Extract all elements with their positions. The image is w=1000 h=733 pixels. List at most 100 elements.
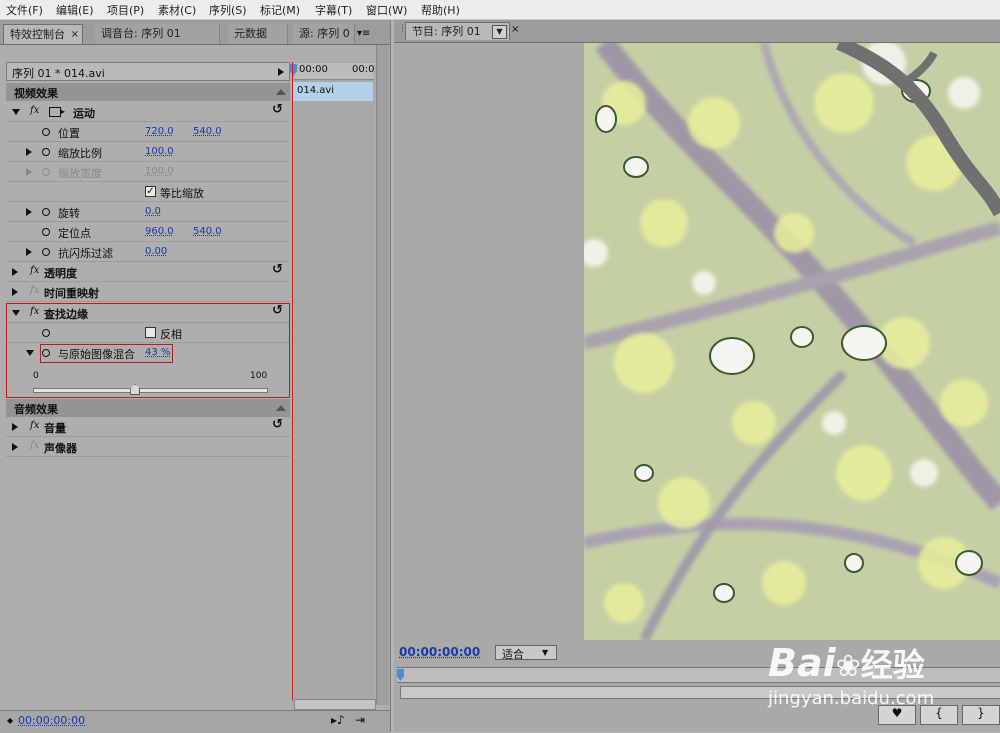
menu-window[interactable]: 窗口(W) <box>366 2 407 18</box>
menu-edit[interactable]: 编辑(E) <box>56 2 94 18</box>
audio-effects-header: 音频效果 <box>6 399 290 417</box>
collapse-up-icon[interactable] <box>276 89 286 95</box>
stopwatch-icon[interactable] <box>42 128 50 136</box>
scale-label: 缩放比例 <box>58 147 102 160</box>
stopwatch-icon[interactable] <box>42 208 50 216</box>
tab-metadata[interactable]: 元数据 <box>228 24 288 44</box>
cursor-icon: ▸ <box>61 107 66 116</box>
export-icon[interactable]: ⇥ <box>355 713 365 727</box>
anti-flicker-label: 抗闪烁过滤 <box>58 247 113 260</box>
fx-icon: fx <box>30 285 40 296</box>
video-effects-header: 视频效果 <box>6 83 290 101</box>
chevron-down-icon[interactable]: ▼ <box>492 25 507 39</box>
rotation-value[interactable]: 0.0 <box>145 206 161 217</box>
tab-effect-controls[interactable]: 特效控制台 × <box>3 24 83 44</box>
motion-label: 运动 <box>73 107 95 120</box>
menu-help[interactable]: 帮助(H) <box>421 2 460 18</box>
menu-title[interactable]: 字幕(T) <box>315 2 352 18</box>
close-icon[interactable]: × <box>71 25 79 45</box>
param-row-rotation: 旋转 0.0 <box>6 202 290 222</box>
audio-icon[interactable]: ▸♪ <box>331 713 345 727</box>
ruler-end: 00:0 <box>352 64 375 75</box>
program-timecode[interactable]: 00:00:00:00 <box>399 645 480 659</box>
uniform-scale-label: 等比缩放 <box>160 187 204 200</box>
menu-clip[interactable]: 素材(C) <box>158 2 196 18</box>
expand-down-icon[interactable] <box>12 109 20 115</box>
video-effects-label: 视频效果 <box>14 87 58 100</box>
fx-icon[interactable]: fx <box>30 265 39 276</box>
timeline-ruler[interactable]: 00:00 00:0 <box>294 63 374 80</box>
param-row-position: 位置 720.0 540.0 <box>6 122 290 142</box>
reset-icon[interactable]: ↺ <box>272 417 283 432</box>
tab-program[interactable]: 节目: 序列 01 ▼ <box>405 22 510 40</box>
timeline-clip-label: 014.avi <box>297 85 335 96</box>
close-icon[interactable]: × <box>511 24 519 35</box>
expand-right-icon <box>26 168 32 176</box>
expand-right-icon[interactable] <box>26 148 32 156</box>
collapse-up-icon[interactable] <box>276 405 286 411</box>
effect-row-panner[interactable]: fx 声像器 <box>6 437 290 457</box>
anchor-x-value[interactable]: 960.0 <box>145 226 174 237</box>
left-scrollbar[interactable] <box>376 45 389 705</box>
opacity-label: 透明度 <box>44 267 77 280</box>
param-row-scale: 缩放比例 100.0 <box>6 142 290 162</box>
blend-highlight <box>40 344 173 363</box>
play-only-clip-icon[interactable] <box>278 68 284 76</box>
transform-icon[interactable] <box>49 107 61 117</box>
menu-project[interactable]: 项目(P) <box>107 2 144 18</box>
stopwatch-icon <box>42 168 50 176</box>
set-out-point-button[interactable]: } <box>962 705 1000 725</box>
menu-sequence[interactable]: 序列(S) <box>209 2 247 18</box>
effect-row-time-remap[interactable]: fx 时间重映射 <box>6 282 290 302</box>
video-image <box>584 43 1000 640</box>
in-point-icon: { <box>935 706 943 720</box>
menu-file[interactable]: 文件(F) <box>6 2 43 18</box>
effect-row-volume[interactable]: fx 音量 ↺ <box>6 417 290 437</box>
fit-dropdown[interactable]: 适合 ▼ <box>495 645 557 661</box>
panner-label: 声像器 <box>44 442 77 455</box>
tab-effect-controls-label: 特效控制台 <box>10 28 65 41</box>
volume-label: 音量 <box>44 422 66 435</box>
fx-icon: fx <box>30 440 40 451</box>
expand-right-icon[interactable] <box>12 268 18 276</box>
expand-right-icon[interactable] <box>26 248 32 256</box>
tab-audio-mixer[interactable]: 调音台: 序列 01 <box>95 24 220 44</box>
effect-row-motion[interactable]: fx ▸ 运动 ↺ <box>6 102 290 122</box>
tab-source[interactable]: 源: 序列 0 <box>293 24 355 44</box>
expand-right-icon[interactable] <box>12 423 18 431</box>
param-row-anchor: 定位点 960.0 540.0 <box>6 222 290 242</box>
rotation-label: 旋转 <box>58 207 80 220</box>
position-y-value[interactable]: 540.0 <box>193 126 222 137</box>
tab-program-label: 节目: 序列 01 <box>412 25 481 38</box>
anchor-y-value[interactable]: 540.0 <box>193 226 222 237</box>
tab-source-label: 源: 序列 0 <box>299 27 350 40</box>
left-timecode[interactable]: 00:00:00:00 <box>18 714 85 727</box>
timeline-hscrollbar[interactable] <box>294 699 376 710</box>
panel-menu-icon[interactable]: ▾≡ <box>357 28 370 39</box>
uniform-scale-checkbox[interactable]: ✓ <box>145 186 156 197</box>
tab-audio-mixer-label: 调音台: 序列 01 <box>101 27 181 40</box>
paw-icon: ❀ <box>835 649 861 684</box>
fx-icon[interactable]: fx <box>30 105 39 116</box>
expand-right-icon[interactable] <box>26 208 32 216</box>
anti-flicker-value[interactable]: 0.00 <box>145 246 167 257</box>
stopwatch-icon[interactable] <box>42 228 50 236</box>
timeline-clip[interactable]: 014.avi <box>293 82 373 101</box>
reset-icon[interactable]: ↺ <box>272 262 283 277</box>
expand-right-icon[interactable] <box>12 443 18 451</box>
stopwatch-icon[interactable] <box>42 248 50 256</box>
fx-icon[interactable]: fx <box>30 420 39 431</box>
marker-icon[interactable]: ◆ <box>7 716 13 725</box>
video-frame[interactable] <box>584 43 1000 640</box>
effect-row-opacity[interactable]: fx 透明度 ↺ <box>6 262 290 282</box>
watermark-url: jingyan.baidu.com <box>768 688 935 709</box>
effect-timeline[interactable] <box>292 62 375 702</box>
position-x-value[interactable]: 720.0 <box>145 126 174 137</box>
menu-marker[interactable]: 标记(M) <box>260 2 300 18</box>
param-row-uniform-scale: ✓ 等比缩放 <box>6 182 290 202</box>
stopwatch-icon[interactable] <box>42 148 50 156</box>
scale-value[interactable]: 100.0 <box>145 146 174 157</box>
menu-bar: 文件(F) 编辑(E) 项目(P) 素材(C) 序列(S) 标记(M) 字幕(T… <box>0 0 1000 20</box>
expand-right-icon[interactable] <box>12 288 18 296</box>
reset-icon[interactable]: ↺ <box>272 102 283 117</box>
